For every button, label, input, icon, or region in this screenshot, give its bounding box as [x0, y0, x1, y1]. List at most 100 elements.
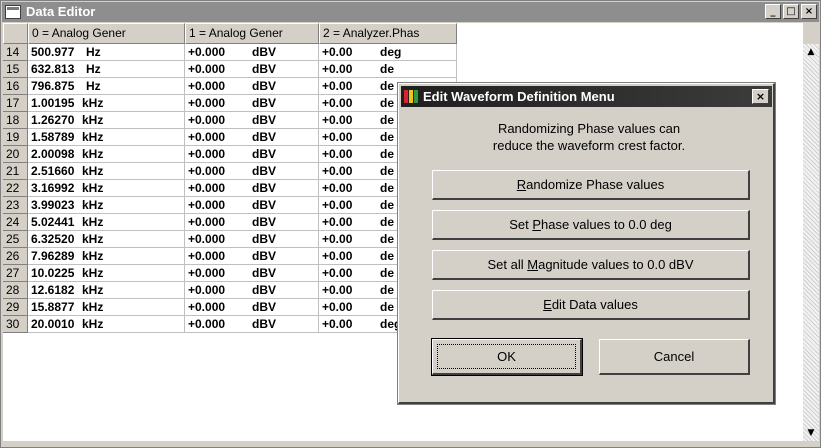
table-row[interactable]: 14 500.977 Hz +0.000 dBV +0.00 deg: [3, 44, 463, 61]
scroll-down-arrow-icon[interactable]: ▼: [803, 425, 819, 441]
table-row[interactable]: 25 6.32520 kHz +0.000 dBV +0.00 de: [3, 231, 463, 248]
magnitude-value: +0.000: [188, 113, 226, 127]
table-row[interactable]: 27 10.0225 kHz +0.000 dBV +0.00 de: [3, 265, 463, 282]
table-row[interactable]: 19 1.58789 kHz +0.000 dBV +0.00 de: [3, 129, 463, 146]
frequency-cell[interactable]: 10.0225 kHz: [28, 265, 185, 282]
frequency-cell[interactable]: 15.8877 kHz: [28, 299, 185, 316]
row-number[interactable]: 20: [3, 146, 28, 163]
corner-header[interactable]: [3, 23, 28, 44]
frequency-cell[interactable]: 2.51660 kHz: [28, 163, 185, 180]
randomize-phase-button[interactable]: Randomize Phase values: [432, 170, 750, 200]
magnitude-cell[interactable]: +0.000 dBV: [185, 197, 319, 214]
frequency-unit: kHz: [82, 164, 104, 178]
magnitude-cell[interactable]: +0.000 dBV: [185, 316, 319, 333]
row-number[interactable]: 27: [3, 265, 28, 282]
frequency-cell[interactable]: 6.32520 kHz: [28, 231, 185, 248]
frequency-cell[interactable]: 1.26270 kHz: [28, 112, 185, 129]
column-header-2[interactable]: 2 = Analyzer.Phas: [319, 23, 457, 44]
table-row[interactable]: 18 1.26270 kHz +0.000 dBV +0.00 de: [3, 112, 463, 129]
row-number[interactable]: 26: [3, 248, 28, 265]
frequency-unit: kHz: [82, 215, 104, 229]
column-header-0[interactable]: 0 = Analog Gener: [28, 23, 185, 44]
table-row[interactable]: 22 3.16992 kHz +0.000 dBV +0.00 de: [3, 180, 463, 197]
magnitude-cell[interactable]: +0.000 dBV: [185, 129, 319, 146]
maximize-button[interactable]: □: [783, 4, 799, 19]
table-row[interactable]: 28 12.6182 kHz +0.000 dBV +0.00 de: [3, 282, 463, 299]
frequency-cell[interactable]: 12.6182 kHz: [28, 282, 185, 299]
row-number[interactable]: 30: [3, 316, 28, 333]
magnitude-value: +0.000: [188, 181, 226, 195]
table-row[interactable]: 20 2.00098 kHz +0.000 dBV +0.00 de: [3, 146, 463, 163]
magnitude-cell[interactable]: +0.000 dBV: [185, 163, 319, 180]
vertical-scrollbar[interactable]: ▲ ▼: [803, 44, 819, 441]
scroll-up-arrow-icon[interactable]: ▲: [803, 44, 819, 60]
edit-data-button[interactable]: Edit Data values: [432, 290, 750, 320]
frequency-cell[interactable]: 632.813 Hz: [28, 61, 185, 78]
dialog-close-button[interactable]: ×: [752, 89, 769, 104]
magnitude-cell[interactable]: +0.000 dBV: [185, 146, 319, 163]
row-number[interactable]: 15: [3, 61, 28, 78]
row-number[interactable]: 22: [3, 180, 28, 197]
table-row[interactable]: 17 1.00195 kHz +0.000 dBV +0.00 de: [3, 95, 463, 112]
phase-cell[interactable]: +0.00 de: [319, 61, 457, 78]
row-number[interactable]: 25: [3, 231, 28, 248]
magnitude-cell[interactable]: +0.000 dBV: [185, 61, 319, 78]
frequency-cell[interactable]: 7.96289 kHz: [28, 248, 185, 265]
frequency-cell[interactable]: 3.99023 kHz: [28, 197, 185, 214]
magnitude-unit: dBV: [252, 45, 276, 59]
ok-button[interactable]: OK: [431, 338, 583, 376]
title-bar[interactable]: Data Editor _ □ ×: [2, 2, 819, 22]
magnitude-value: +0.000: [188, 147, 226, 161]
magnitude-cell[interactable]: +0.000 dBV: [185, 95, 319, 112]
phase-cell[interactable]: +0.00 deg: [319, 44, 457, 61]
minimize-button[interactable]: _: [765, 4, 781, 19]
magnitude-cell[interactable]: +0.000 dBV: [185, 78, 319, 95]
table-row[interactable]: 15 632.813 Hz +0.000 dBV +0.00 de: [3, 61, 463, 78]
row-number[interactable]: 29: [3, 299, 28, 316]
column-header-1[interactable]: 1 = Analog Gener: [185, 23, 319, 44]
frequency-cell[interactable]: 5.02441 kHz: [28, 214, 185, 231]
frequency-cell[interactable]: 2.00098 kHz: [28, 146, 185, 163]
frequency-value: 500.977: [31, 45, 75, 59]
magnitude-cell[interactable]: +0.000 dBV: [185, 112, 319, 129]
magnitude-cell[interactable]: +0.000 dBV: [185, 214, 319, 231]
table-row[interactable]: 29 15.8877 kHz +0.000 dBV +0.00 de: [3, 299, 463, 316]
table-row[interactable]: 16 796.875 Hz +0.000 dBV +0.00 de: [3, 78, 463, 95]
magnitude-cell[interactable]: +0.000 dBV: [185, 265, 319, 282]
table-row[interactable]: 23 3.99023 kHz +0.000 dBV +0.00 de: [3, 197, 463, 214]
magnitude-cell[interactable]: +0.000 dBV: [185, 299, 319, 316]
frequency-cell[interactable]: 500.977 Hz: [28, 44, 185, 61]
magnitude-cell[interactable]: +0.000 dBV: [185, 282, 319, 299]
table-row[interactable]: 21 2.51660 kHz +0.000 dBV +0.00 de: [3, 163, 463, 180]
row-number[interactable]: 24: [3, 214, 28, 231]
magnitude-cell[interactable]: +0.000 dBV: [185, 248, 319, 265]
cancel-button[interactable]: Cancel: [599, 339, 750, 375]
row-number[interactable]: 19: [3, 129, 28, 146]
magnitude-cell[interactable]: +0.000 dBV: [185, 44, 319, 61]
set-magnitude-button[interactable]: Set all Magnitude values to 0.0 dBV: [432, 250, 750, 280]
set-phase-label-pre: Set: [509, 217, 533, 232]
magnitude-cell[interactable]: +0.000 dBV: [185, 231, 319, 248]
set-phase-button[interactable]: Set Phase values to 0.0 deg: [432, 210, 750, 240]
frequency-cell[interactable]: 3.16992 kHz: [28, 180, 185, 197]
row-number[interactable]: 14: [3, 44, 28, 61]
row-number[interactable]: 28: [3, 282, 28, 299]
close-button[interactable]: ×: [801, 4, 817, 19]
frequency-cell[interactable]: 1.00195 kHz: [28, 95, 185, 112]
frequency-cell[interactable]: 20.0010 kHz: [28, 316, 185, 333]
frequency-cell[interactable]: 796.875 Hz: [28, 78, 185, 95]
table-row[interactable]: 30 20.0010 kHz +0.000 dBV +0.00 deg: [3, 316, 463, 333]
randomize-accel-key: R: [516, 177, 527, 192]
magnitude-cell[interactable]: +0.000 dBV: [185, 180, 319, 197]
table-row[interactable]: 26 7.96289 kHz +0.000 dBV +0.00 de: [3, 248, 463, 265]
dialog-title-bar[interactable]: Edit Waveform Definition Menu ×: [401, 86, 772, 107]
row-number[interactable]: 17: [3, 95, 28, 112]
table-row[interactable]: 24 5.02441 kHz +0.000 dBV +0.00 de: [3, 214, 463, 231]
row-number[interactable]: 18: [3, 112, 28, 129]
row-number[interactable]: 21: [3, 163, 28, 180]
frequency-cell[interactable]: 1.58789 kHz: [28, 129, 185, 146]
row-number[interactable]: 23: [3, 197, 28, 214]
focus-rectangle: [437, 344, 576, 369]
row-number[interactable]: 16: [3, 78, 28, 95]
frequency-unit: Hz: [86, 79, 101, 93]
